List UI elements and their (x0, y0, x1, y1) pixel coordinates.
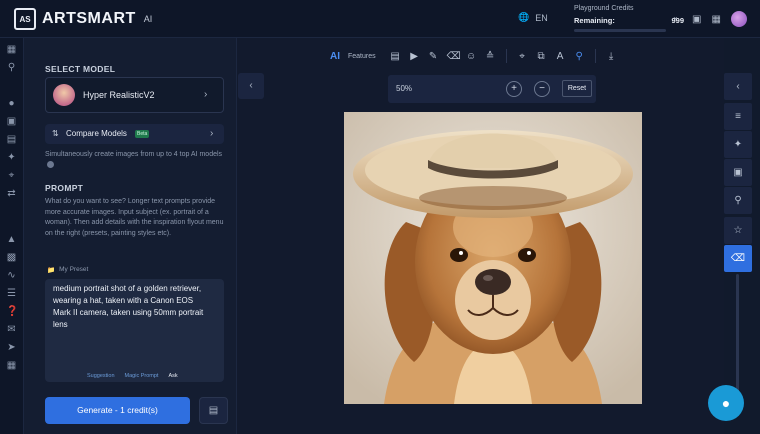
logo-text: ARTSMART (42, 10, 136, 27)
image-search-icon[interactable]: ⚲ (724, 187, 752, 214)
compare-description: Simultaneously create images from up to … (45, 150, 225, 171)
document-icon[interactable]: ▤ (6, 134, 17, 145)
sliders-icon[interactable]: ≡ (724, 103, 752, 130)
help-icon[interactable]: ❓ (6, 306, 18, 317)
chat-button[interactable]: ● (708, 385, 744, 421)
users-icon[interactable]: ● (6, 98, 17, 109)
beta-badge: Beta (135, 130, 150, 138)
avatar[interactable] (730, 11, 747, 27)
text-icon[interactable]: A (555, 51, 566, 62)
zoom-out-button[interactable]: − (534, 81, 550, 97)
crop-icon[interactable]: ⌖ (517, 51, 528, 62)
map-icon[interactable]: ▣ (692, 14, 701, 25)
model-selector[interactable]: Hyper RealisticV2 › (45, 77, 224, 113)
info-icon[interactable] (47, 161, 54, 169)
zoom-value: 50% (396, 84, 413, 93)
globe-icon: 🌐 (518, 12, 530, 22)
ai-label: AI (330, 50, 340, 62)
prompt-description: What do you want to see? Longer text pro… (45, 198, 224, 237)
credits-panel: Playground Credits Remaining: 999 (574, 5, 684, 32)
editor-toolbar: AI Features ▤ ▶ ✎ ⌫ ☺ ≙ ⌖ ⧉ A ⚲ ⤓ (330, 49, 617, 63)
language-label: EN (535, 12, 548, 23)
right-rail: ‹ ≡ ✦ ▣ ⚲ ☆ ⌫ (724, 70, 752, 434)
logo-suffix: AI (143, 14, 153, 24)
language-selector[interactable]: 🌐 EN (518, 12, 548, 23)
prompt-text: medium portrait shot of a golden retriev… (53, 284, 204, 329)
preset-row[interactable]: 📁 My Preset (47, 266, 88, 274)
remaining-label: Remaining: (574, 16, 615, 25)
preset-label: My Preset (59, 266, 89, 273)
image-icon[interactable]: ▣ (6, 116, 17, 127)
chevron-down-icon[interactable]: ⌄ (672, 12, 679, 21)
left-panel: SELECT MODEL Hyper RealisticV2 › ⇅ Compa… (24, 38, 237, 434)
copy-icon[interactable]: ⧉ (536, 51, 547, 62)
eraser-icon[interactable]: ⌫ (447, 51, 461, 62)
generated-image[interactable] (344, 112, 642, 404)
left-rail: ▦ ⚲ ● ▣ ▤ ✦ ⌖ ⇄ ▲ ▩ ∿ ☰ ❓ ✉ ➤ ▦ (0, 38, 24, 434)
reset-button[interactable]: Reset (562, 80, 592, 97)
prompt-title: PROMPT (45, 183, 84, 193)
image-edit-icon[interactable]: ▣ (724, 159, 752, 186)
folder-icon: 📁 (47, 267, 56, 274)
rocket-icon[interactable]: ➤ (6, 342, 17, 353)
compare-icon: ⇅ (52, 129, 59, 138)
eraser-icon[interactable]: ⌫ (724, 245, 752, 272)
wave-icon[interactable]: ∿ (6, 270, 17, 281)
magic-icon[interactable]: ✦ (6, 152, 17, 163)
layers-icon[interactable]: ▩ (6, 252, 17, 263)
logo[interactable]: AS ARTSMART AI (14, 8, 152, 30)
credits-title: Playground Credits (574, 5, 634, 12)
prompt-input[interactable]: medium portrait shot of a golden retriev… (45, 279, 224, 382)
mail-icon[interactable]: ✉ (6, 324, 17, 335)
crop-icon[interactable]: ⌖ (6, 170, 17, 181)
toolbar-divider (594, 49, 596, 63)
save-icon[interactable]: ▤ (199, 397, 228, 424)
star-icon[interactable]: ☆ (724, 217, 752, 244)
chevron-right-icon: › (210, 128, 214, 139)
search-icon[interactable]: ⚲ (6, 62, 17, 73)
grid-icon[interactable]: ▦ (711, 14, 720, 25)
model-avatar (53, 84, 75, 106)
chevrons-up-icon[interactable]: ≙ (485, 51, 496, 62)
swap-icon[interactable]: ⇄ (6, 188, 17, 199)
smile-icon[interactable]: ☺ (466, 51, 477, 62)
chevron-right-icon: › (204, 89, 208, 100)
zoom-bar: 50% + − Reset (388, 75, 596, 103)
select-model-title: SELECT MODEL (45, 64, 116, 74)
apps-icon[interactable]: ▦ (6, 44, 17, 55)
download-icon[interactable]: ⤓ (606, 51, 617, 62)
credits-bar (574, 29, 666, 32)
golden-retriever-illustration (344, 112, 642, 404)
brush-icon[interactable]: ✎ (428, 51, 439, 62)
logo-mark: AS (14, 8, 36, 30)
tag-icon[interactable]: ▲ (6, 234, 17, 245)
list-icon[interactable]: ☰ (6, 288, 17, 299)
collapse-panel-button[interactable]: ‹ (238, 73, 264, 99)
zoom-icon[interactable]: ⚲ (574, 51, 585, 62)
folder-icon[interactable]: ▤ (390, 51, 401, 62)
wand-icon[interactable]: ✦ (724, 131, 752, 158)
magic-prompt-button[interactable]: Magic Prompt (125, 373, 159, 379)
top-bar: AS ARTSMART AI 🌐 EN Playground Credits R… (0, 0, 760, 38)
compare-models-button[interactable]: ⇅ Compare Models Beta › (45, 124, 224, 144)
model-name: Hyper RealisticV2 (83, 90, 155, 100)
features-label[interactable]: Features (348, 53, 376, 60)
ask-button[interactable]: Ask (168, 373, 177, 379)
zoom-in-button[interactable]: + (506, 81, 522, 97)
chevron-left-icon[interactable]: ‹ (724, 73, 752, 100)
compare-label: Compare Models (66, 129, 127, 138)
table-icon[interactable]: ▦ (6, 360, 17, 371)
toolbar-divider (505, 49, 507, 63)
suggestion-button[interactable]: Suggestion (87, 373, 115, 379)
play-icon[interactable]: ▶ (409, 51, 420, 62)
generate-button[interactable]: Generate - 1 credit(s) (45, 397, 190, 424)
